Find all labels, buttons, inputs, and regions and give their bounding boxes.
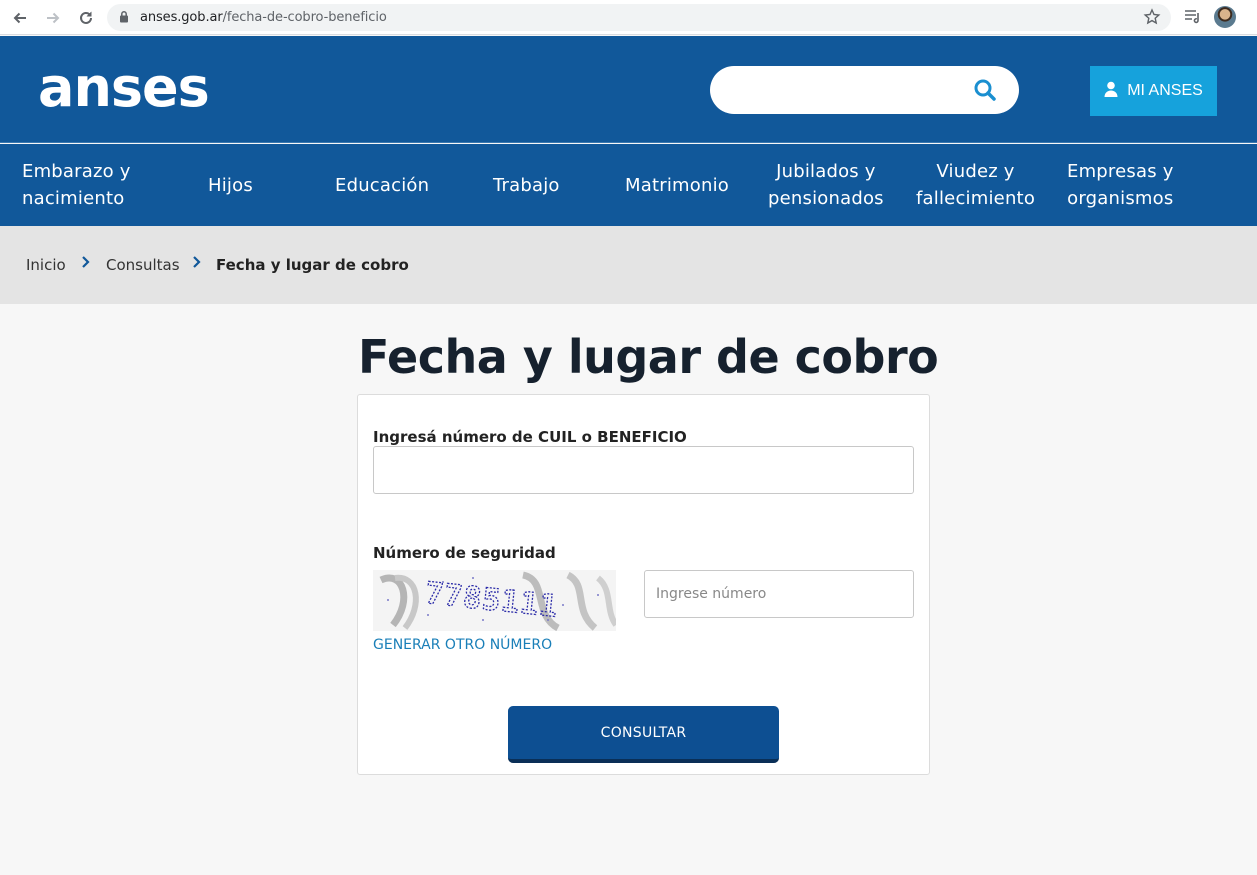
browser-toolbar: anses.gob.ar/fecha-de-cobro-beneficio	[0, 0, 1257, 35]
menu-item-label: pensionados	[768, 188, 884, 209]
lock-icon	[119, 10, 129, 28]
menu-item-empresas[interactable]: Empresas y organismos	[1067, 144, 1174, 226]
menu-item-label: Embarazo y	[22, 161, 131, 182]
search-icon[interactable]	[973, 78, 997, 107]
site-header: anses MI ANSES	[0, 36, 1257, 143]
address-bar[interactable]: anses.gob.ar/fecha-de-cobro-beneficio	[107, 4, 1171, 31]
reload-icon[interactable]	[74, 6, 98, 30]
menu-item-label: Educación	[335, 174, 430, 196]
menu-item-label: nacimiento	[22, 188, 125, 209]
search-input[interactable]	[710, 66, 1019, 114]
back-arrow-icon[interactable]	[8, 6, 32, 30]
security-label: Número de seguridad	[373, 544, 556, 562]
menu-item-label: Matrimonio	[625, 174, 729, 196]
menu-item-label: Hijos	[208, 174, 253, 196]
bookmark-star-icon[interactable]	[1143, 8, 1161, 31]
menu-item-viudez[interactable]: Viudez y fallecimiento	[916, 144, 1035, 226]
menu-item-jubilados[interactable]: Jubilados y pensionados	[768, 144, 884, 226]
menu-item-label: fallecimiento	[916, 188, 1036, 209]
forward-arrow-icon[interactable]	[41, 6, 65, 30]
media-control-icon[interactable]	[1183, 6, 1203, 31]
menu-item-hijos[interactable]: Hijos	[208, 144, 253, 226]
user-icon	[1104, 81, 1118, 102]
regenerate-captcha-link[interactable]: GENERAR OTRO NÚMERO	[373, 637, 552, 653]
anses-logo[interactable]: anses	[38, 58, 210, 118]
menu-item-label: Trabajo	[493, 174, 560, 196]
menu-item-trabajo[interactable]: Trabajo	[493, 144, 560, 226]
breadcrumb: Inicio Consultas Fecha y lugar de cobro	[0, 226, 1257, 304]
captcha-image: 7785111	[373, 570, 616, 631]
consultar-button[interactable]: CONSULTAR	[508, 706, 779, 763]
page-title: Fecha y lugar de cobro	[358, 330, 939, 384]
breadcrumb-consultas[interactable]: Consultas	[106, 256, 180, 274]
breadcrumb-current: Fecha y lugar de cobro	[216, 256, 409, 274]
menu-item-embarazo[interactable]: Embarazo y nacimiento	[22, 144, 131, 226]
cuil-label: Ingresá número de CUIL o BENEFICIO	[373, 428, 687, 446]
mi-anses-button[interactable]: MI ANSES	[1090, 66, 1217, 116]
mi-anses-label: MI ANSES	[1127, 82, 1203, 99]
menu-item-label: Empresas y	[1067, 161, 1174, 182]
menu-item-label: Viudez y	[936, 161, 1015, 182]
menu-item-matrimonio[interactable]: Matrimonio	[625, 144, 729, 226]
menu-item-label: organismos	[1067, 188, 1174, 209]
url-text: anses.gob.ar/fecha-de-cobro-beneficio	[140, 10, 387, 25]
menu-item-label: Jubilados y	[776, 161, 876, 182]
consulta-form: Ingresá número de CUIL o BENEFICIO Númer…	[357, 394, 930, 775]
cuil-input[interactable]	[373, 446, 914, 494]
chevron-right-icon	[192, 255, 201, 274]
menu-item-educacion[interactable]: Educación	[335, 144, 429, 226]
chevron-right-icon	[81, 255, 90, 274]
captcha-input[interactable]: Ingrese número	[644, 570, 914, 618]
profile-avatar[interactable]	[1214, 6, 1236, 28]
breadcrumb-inicio[interactable]: Inicio	[26, 256, 66, 274]
main-menu: Embarazo y nacimiento Hijos Educación Tra…	[0, 144, 1257, 226]
